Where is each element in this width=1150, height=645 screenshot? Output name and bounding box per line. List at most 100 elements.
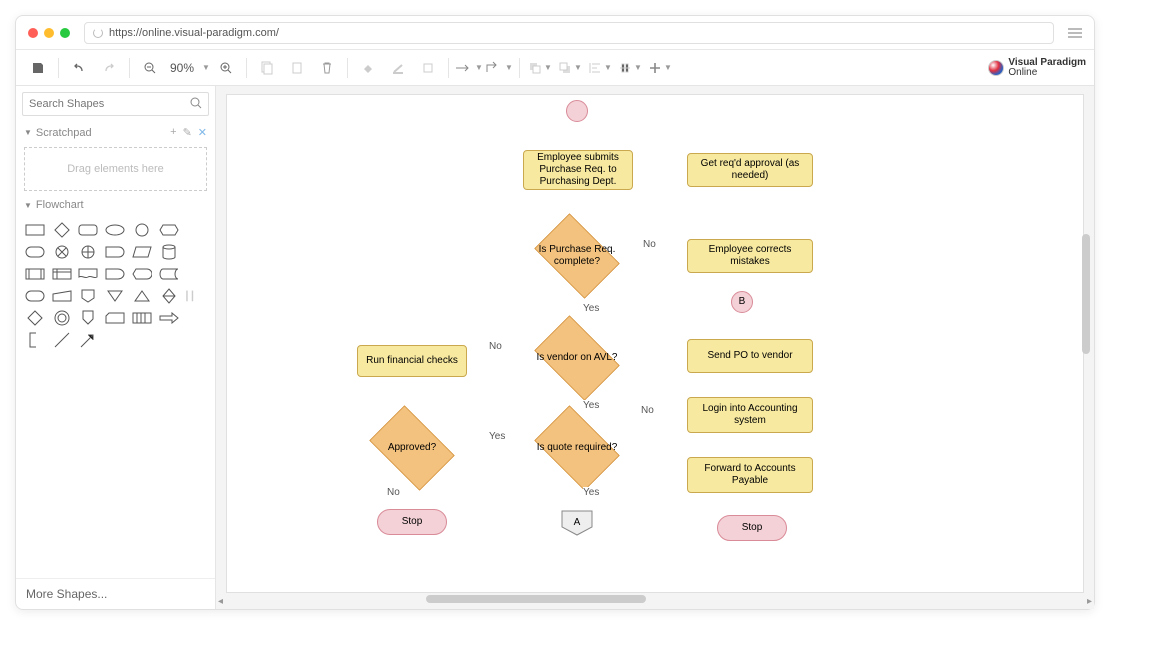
node-quote[interactable]: Is quote required? [527,413,627,483]
close-icon[interactable]: ✕ [198,126,207,139]
scratchpad-header[interactable]: ▼ Scratchpad + ✎ ✕ [16,122,215,143]
shape-display[interactable] [131,265,153,283]
label-yes: Yes [583,303,599,314]
shape-pill[interactable] [24,243,46,261]
copy-button[interactable] [253,54,281,82]
expand-right-icon[interactable]: ▸ [1087,596,1092,607]
shape-diamond-s[interactable] [24,309,46,327]
shape-diamond[interactable] [51,221,73,239]
search-icon[interactable] [190,97,202,112]
delete-button[interactable] [313,54,341,82]
shape-sort[interactable] [158,287,180,305]
url-text: https://online.visual-paradigm.com/ [109,27,279,39]
url-bar[interactable]: https://online.visual-paradigm.com/ [84,22,1054,44]
shape-arrowline[interactable] [77,331,99,349]
shape-extract[interactable] [131,287,153,305]
more-shapes[interactable]: More Shapes... [16,578,215,609]
node-complete[interactable]: Is Purchase Req. complete? [527,221,627,291]
shape-ring[interactable] [51,309,73,327]
node-sendpo[interactable]: Send PO to vendor [687,339,813,373]
maximize-dot[interactable] [60,28,70,38]
align-button[interactable]: ▼ [586,54,614,82]
connector-b[interactable]: B [731,291,753,313]
node-forward[interactable]: Forward to Accounts Payable [687,457,813,493]
shape-process[interactable] [24,265,46,283]
shape-pluscircle[interactable] [77,243,99,261]
node-avl[interactable]: Is vendor on AVL? [527,323,627,393]
shape-merge[interactable] [104,287,126,305]
shape-halfround[interactable] [104,243,126,261]
collapse-left-icon[interactable]: ◂ [218,596,223,607]
node-stop2[interactable]: Stop [717,515,787,541]
collapse-icon[interactable]: ▼ [24,128,32,137]
shape-terminator[interactable] [24,287,46,305]
node-stop1[interactable]: Stop [377,509,447,535]
shape-palette: ┃┃ [16,215,215,355]
node-submit[interactable]: Employee submits Purchase Req. to Purcha… [523,150,633,190]
scratchpad-dropzone[interactable]: Drag elements here [24,147,207,191]
shape-tape[interactable] [131,309,153,327]
add-icon[interactable]: + [170,126,176,139]
shape-annotation[interactable] [24,331,46,349]
save-button[interactable] [24,54,52,82]
horizontal-scrollbar[interactable] [226,595,1084,605]
palette-pager-icon[interactable]: ┃┃ [184,291,207,302]
canvas-area: ◂ [216,86,1094,609]
shape-roundrect[interactable] [77,221,99,239]
vertical-scrollbar[interactable] [1082,94,1092,593]
shape-stored[interactable] [158,265,180,283]
brand-line1: Visual Paradigm [1008,58,1086,68]
shape-hexagon[interactable] [158,221,180,239]
shape-parallelogram[interactable] [131,243,153,261]
node-corrects[interactable]: Employee corrects mistakes [687,239,813,273]
shape-line[interactable] [51,331,73,349]
flowchart-label: Flowchart [36,199,84,211]
distribute-button[interactable]: ▼ [616,54,644,82]
minimize-dot[interactable] [44,28,54,38]
node-approved[interactable]: Approved? [362,413,462,483]
shape-delay[interactable] [104,265,126,283]
shape-ellipse[interactable] [104,221,126,239]
zoom-in-button[interactable] [212,54,240,82]
zoom-caret-icon[interactable]: ▼ [202,63,210,72]
shape-cylinder[interactable] [158,243,180,261]
stroke-button[interactable] [384,54,412,82]
redo-button[interactable] [95,54,123,82]
close-dot[interactable] [28,28,38,38]
zoom-level[interactable]: 90% [166,61,198,75]
fill-button[interactable] [354,54,382,82]
menu-icon[interactable] [1068,26,1082,40]
shape-offpage-down[interactable] [77,287,99,305]
edit-icon[interactable]: ✎ [183,126,192,139]
node-login[interactable]: Login into Accounting system [687,397,813,433]
shadow-button[interactable] [414,54,442,82]
flowchart-header[interactable]: ▼ Flowchart [16,195,215,215]
label-no: No [489,341,502,352]
shape-card[interactable] [104,309,126,327]
shape-rect[interactable] [24,221,46,239]
shape-internal[interactable] [51,265,73,283]
paste-button[interactable] [283,54,311,82]
shape-circle[interactable] [131,221,153,239]
shape-arrow[interactable] [158,309,180,327]
insert-button[interactable]: ▼ [646,54,674,82]
shape-manual-input[interactable] [51,287,73,305]
connector-button[interactable]: ▼ [455,54,483,82]
diagram-canvas[interactable]: Employee submits Purchase Req. to Purcha… [226,94,1084,593]
connector-a[interactable]: A [560,509,594,537]
search-shapes[interactable] [22,92,209,116]
undo-button[interactable] [65,54,93,82]
waypoint-button[interactable]: ▼ [485,54,513,82]
zoom-out-button[interactable] [136,54,164,82]
start-node[interactable] [566,100,588,122]
collapse-icon[interactable]: ▼ [24,201,32,210]
search-input[interactable] [29,98,190,110]
label-no: No [641,405,654,416]
shape-document[interactable] [77,265,99,283]
shape-crosscircle[interactable] [51,243,73,261]
node-checks[interactable]: Run financial checks [357,345,467,377]
tofront-button[interactable]: ▼ [526,54,554,82]
node-approval[interactable]: Get req'd approval (as needed) [687,153,813,187]
toback-button[interactable]: ▼ [556,54,584,82]
shape-shield[interactable] [77,309,99,327]
